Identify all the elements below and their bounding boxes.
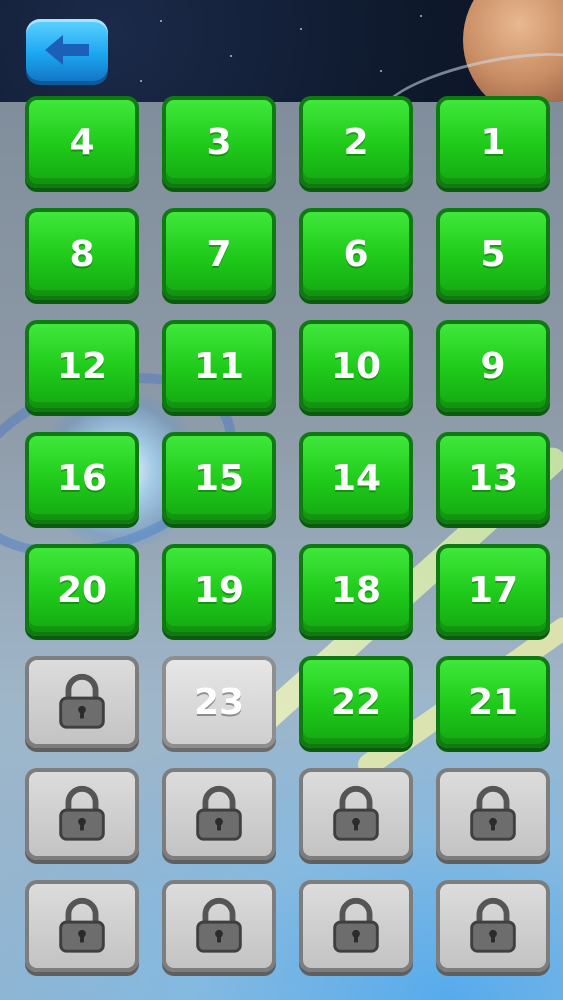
level-number: 6 — [343, 233, 369, 275]
level-tile[interactable]: 14 — [299, 432, 413, 524]
level-tile[interactable]: 16 — [25, 432, 139, 524]
level-number: 1 — [480, 121, 506, 163]
level-tile[interactable]: 8 — [25, 208, 139, 300]
level-number: 8 — [69, 233, 95, 275]
level-number: 3 — [206, 121, 232, 163]
level-tile[interactable]: 17 — [436, 544, 550, 636]
padlock-icon — [196, 785, 242, 841]
level-tile[interactable]: 9 — [436, 320, 550, 412]
locked-level-tile[interactable] — [25, 768, 139, 860]
locked-level-tile[interactable] — [436, 880, 550, 972]
level-number: 14 — [330, 457, 382, 499]
level-number: 20 — [56, 569, 108, 611]
padlock-icon — [470, 897, 516, 953]
level-number: 5 — [480, 233, 506, 275]
current-level-tile[interactable]: 23 — [162, 656, 276, 748]
padlock-icon — [59, 897, 105, 953]
level-tile[interactable]: 10 — [299, 320, 413, 412]
padlock-icon — [470, 785, 516, 841]
level-number: 4 — [69, 121, 95, 163]
locked-level-tile[interactable] — [299, 880, 413, 972]
level-tile[interactable]: 1 — [436, 96, 550, 188]
level-tile[interactable]: 3 — [162, 96, 276, 188]
locked-level-tile[interactable] — [25, 656, 139, 748]
level-number: 17 — [467, 569, 519, 611]
level-number: 7 — [206, 233, 232, 275]
level-tile[interactable]: 21 — [436, 656, 550, 748]
level-tile[interactable]: 2 — [299, 96, 413, 188]
level-number: 21 — [467, 681, 519, 723]
level-number: 13 — [467, 457, 519, 499]
level-number: 23 — [193, 681, 245, 723]
locked-level-tile[interactable] — [25, 880, 139, 972]
level-grid: 4 3 2 1 8 7 6 5 12 11 10 9 16 15 14 13 20 19 18 17 23 22 21 — [0, 0, 563, 1000]
level-tile[interactable]: 11 — [162, 320, 276, 412]
level-number: 16 — [56, 457, 108, 499]
level-number: 15 — [193, 457, 245, 499]
level-tile[interactable]: 20 — [25, 544, 139, 636]
level-tile[interactable]: 19 — [162, 544, 276, 636]
level-number: 10 — [330, 345, 382, 387]
level-number: 12 — [56, 345, 108, 387]
level-tile[interactable]: 6 — [299, 208, 413, 300]
level-tile[interactable]: 12 — [25, 320, 139, 412]
level-tile[interactable]: 4 — [25, 96, 139, 188]
level-number: 2 — [343, 121, 369, 163]
level-tile[interactable]: 22 — [299, 656, 413, 748]
level-tile[interactable]: 13 — [436, 432, 550, 524]
level-tile[interactable]: 15 — [162, 432, 276, 524]
level-number: 22 — [330, 681, 382, 723]
locked-level-tile[interactable] — [162, 768, 276, 860]
level-tile[interactable]: 5 — [436, 208, 550, 300]
locked-level-tile[interactable] — [436, 768, 550, 860]
padlock-icon — [333, 785, 379, 841]
padlock-icon — [196, 897, 242, 953]
padlock-icon — [333, 897, 379, 953]
level-number: 9 — [480, 345, 506, 387]
level-number: 11 — [193, 345, 245, 387]
level-number: 19 — [193, 569, 245, 611]
padlock-icon — [59, 673, 105, 729]
level-tile[interactable]: 7 — [162, 208, 276, 300]
padlock-icon — [59, 785, 105, 841]
locked-level-tile[interactable] — [162, 880, 276, 972]
locked-level-tile[interactable] — [299, 768, 413, 860]
level-number: 18 — [330, 569, 382, 611]
level-tile[interactable]: 18 — [299, 544, 413, 636]
